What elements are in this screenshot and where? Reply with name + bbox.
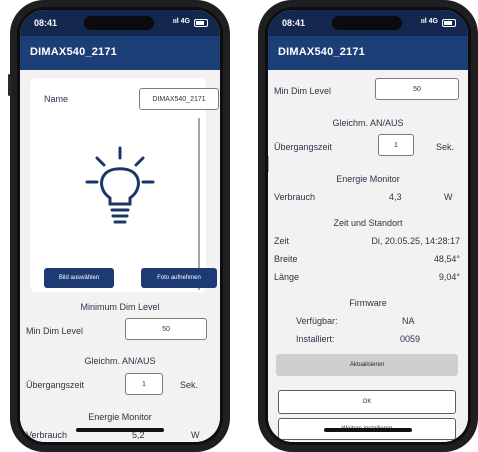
device-settings-content[interactable]: Min Dim Level 50 Gleichm. AN/AUS Übergan…: [268, 70, 468, 442]
min-dim-label: Min Dim Level: [26, 326, 84, 336]
device-settings-content[interactable]: Name DIMAX540_2171 Bild auswählen Foto a…: [20, 70, 220, 442]
signal-icon: ııl 4G: [172, 18, 190, 25]
consumption-label: Verbrauch: [274, 192, 316, 202]
screen-right: 08:41 ııl 4G DIMAX540_2171 Min Dim Level…: [268, 10, 468, 442]
phone-left: 08:41 ııl 4G DIMAX540_2171 Name DIMAX540…: [8, 0, 230, 452]
update-button[interactable]: Aktualisieren: [276, 354, 458, 376]
transition-unit: Sek.: [436, 142, 455, 152]
name-label: Name: [44, 94, 69, 104]
dynamic-island: [332, 16, 402, 30]
status-time: 08:41: [282, 18, 306, 28]
min-dim-input[interactable]: 50: [375, 78, 459, 100]
consumption-unit: W: [444, 192, 453, 202]
bezel: 08:41 ııl 4G DIMAX540_2171 Min Dim Level…: [265, 7, 471, 445]
home-indicator[interactable]: [76, 428, 164, 432]
available-label: Verfügbar:: [296, 316, 338, 326]
device-title: DIMAX540_2171: [30, 46, 117, 58]
transition-label: Übergangszeit: [26, 380, 85, 390]
status-bar: 08:41 ııl 4G: [20, 10, 220, 36]
sync-header: Gleichm. AN/AUS: [84, 356, 156, 366]
longitude-value: 9,04°: [438, 272, 460, 282]
app-bar: DIMAX540_2171: [20, 36, 220, 70]
lightbulb-icon[interactable]: [84, 146, 156, 228]
signal-icon: ııl 4G: [420, 18, 438, 25]
transition-unit: Sek.: [180, 380, 199, 390]
energy-header: Energie Monitor: [336, 174, 400, 184]
take-photo-button[interactable]: Foto aufnehmen: [141, 268, 217, 288]
consumption-unit: W: [191, 430, 200, 440]
status-bar: 08:41 ııl 4G: [268, 10, 468, 36]
screen-left: 08:41 ııl 4G DIMAX540_2171 Name DIMAX540…: [20, 10, 220, 442]
min-dim-header: Minimum Dim Level: [80, 302, 160, 312]
side-button: [8, 74, 11, 96]
firmware-header: Firmware: [349, 298, 387, 308]
battery-icon: [442, 19, 456, 27]
latitude-value: 48,54°: [433, 254, 460, 264]
home-indicator[interactable]: [324, 428, 412, 432]
transition-input[interactable]: 1: [378, 134, 414, 156]
app-bar: DIMAX540_2171: [268, 36, 468, 70]
dynamic-island: [84, 16, 154, 30]
scrollbar[interactable]: [198, 118, 200, 290]
energy-header: Energie Monitor: [88, 412, 152, 422]
installed-value: 0059: [400, 334, 421, 344]
consumption-label: Verbrauch: [26, 430, 68, 440]
battery-icon: [194, 19, 208, 27]
ok-button[interactable]: OK: [278, 390, 456, 414]
latitude-label: Breite: [274, 254, 298, 264]
network-label: 4G: [180, 18, 190, 25]
device-title: DIMAX540_2171: [278, 46, 365, 58]
scroll-edge: [268, 156, 269, 172]
name-input[interactable]: DIMAX540_2171: [139, 88, 219, 110]
consumption-value: 4,3: [389, 192, 402, 202]
device-card: Name DIMAX540_2171 Bild auswählen Foto a…: [30, 78, 219, 292]
available-value: NA: [402, 316, 415, 326]
bezel: 08:41 ııl 4G DIMAX540_2171 Name DIMAX540…: [17, 7, 223, 445]
transition-label: Übergangszeit: [274, 142, 333, 152]
installed-label: Installiert:: [296, 334, 335, 344]
transition-input[interactable]: 1: [125, 373, 163, 395]
time-location-header: Zeit und Standort: [333, 218, 403, 228]
time-value: Di, 20.05.25, 14:28:17: [371, 236, 460, 246]
select-image-button[interactable]: Bild auswählen: [44, 268, 114, 288]
longitude-label: Länge: [274, 272, 300, 282]
phone-right: 08:41 ııl 4G DIMAX540_2171 Min Dim Level…: [258, 0, 478, 452]
network-label: 4G: [428, 18, 438, 25]
min-dim-label: Min Dim Level: [274, 86, 332, 96]
sync-header: Gleichm. AN/AUS: [332, 118, 404, 128]
status-time: 08:41: [34, 18, 58, 28]
min-dim-input[interactable]: 50: [125, 318, 207, 340]
time-label: Zeit: [274, 236, 290, 246]
